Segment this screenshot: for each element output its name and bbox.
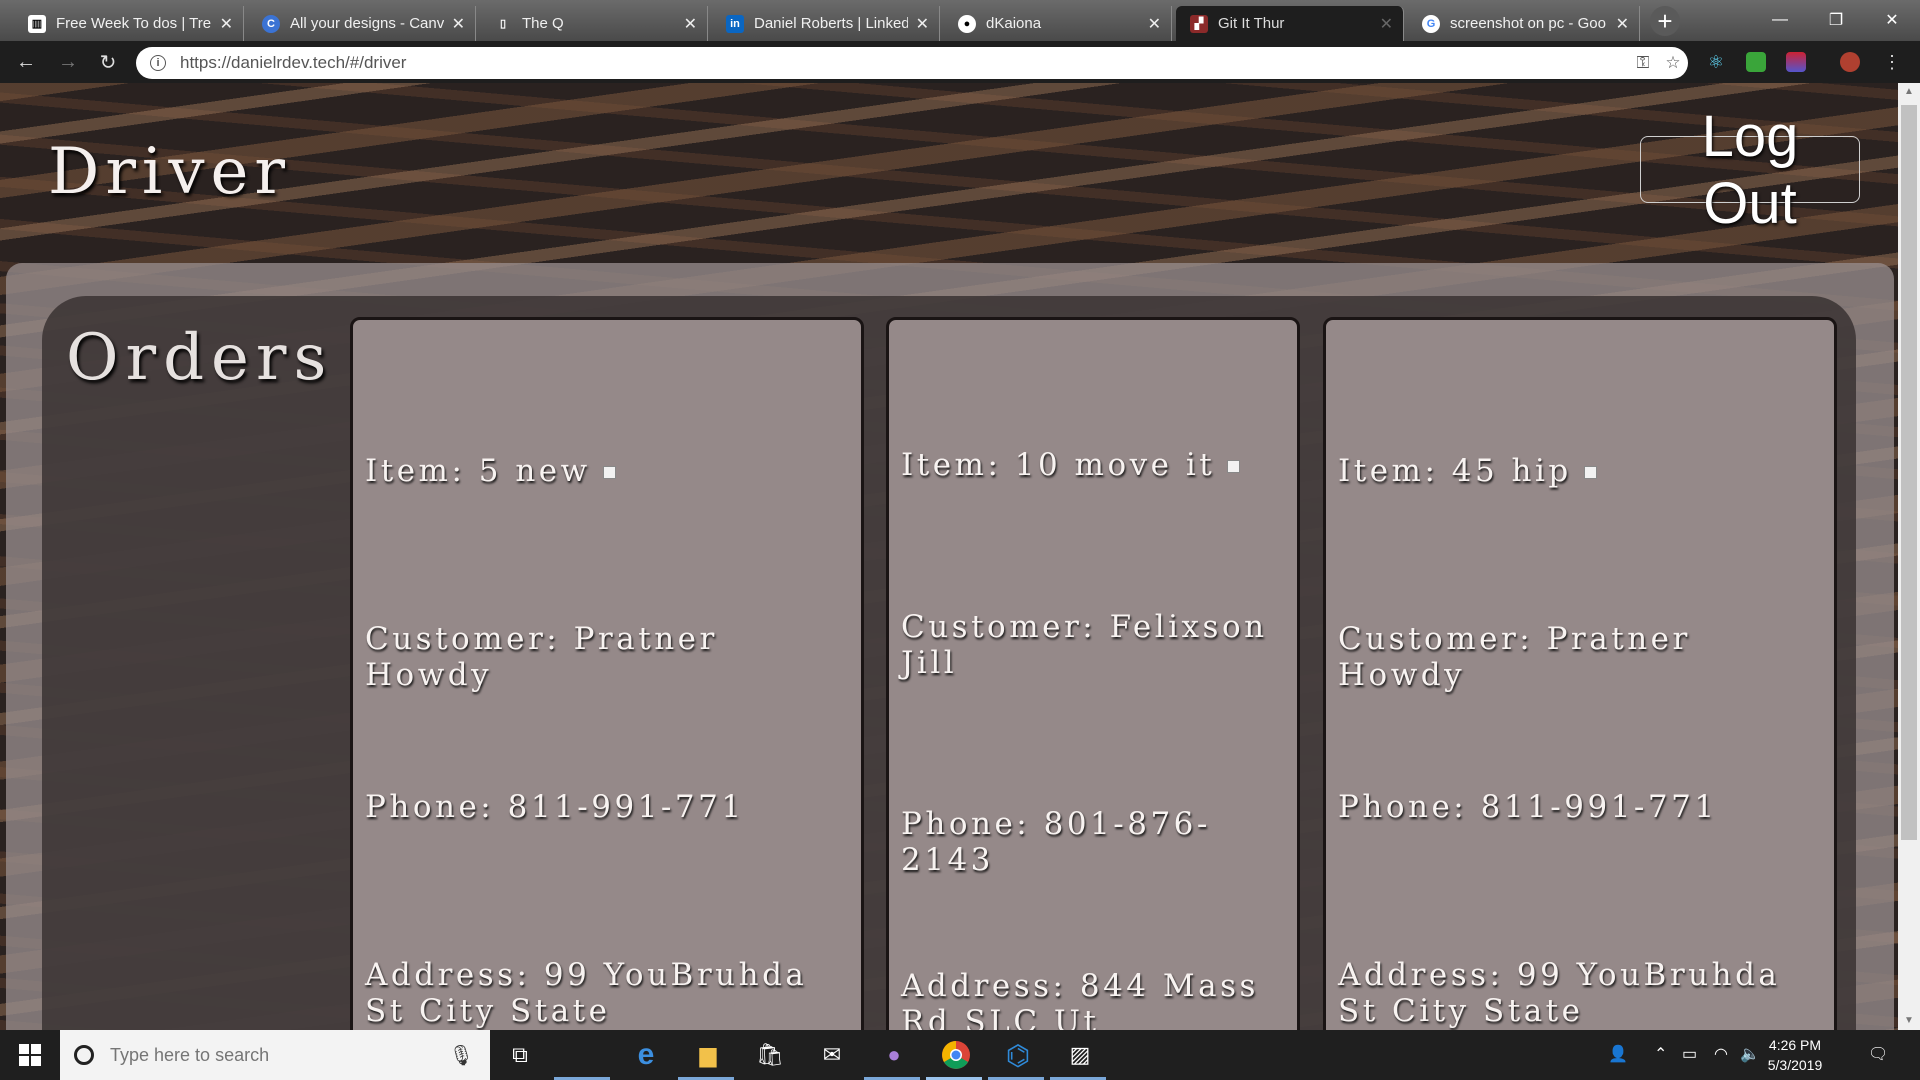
info-icon[interactable]: i [150, 55, 166, 71]
order-item: Item: 45 hip [1338, 453, 1597, 489]
order-address: Address: 99 YouBruhda St City State [1338, 957, 1781, 1029]
avatar[interactable] [1840, 52, 1860, 72]
orders-heading: Orders [66, 321, 334, 395]
reload-button[interactable]: ↻ [96, 50, 120, 74]
logout-button[interactable]: Log Out [1640, 104, 1860, 236]
tab-the-q[interactable]: ▯ The Q ✕ [480, 6, 708, 41]
page-title: Driver [48, 135, 291, 209]
menu-icon[interactable]: ⋮ [1882, 52, 1902, 72]
store-icon[interactable]: 🛍 [752, 1037, 788, 1073]
order-card: Item: 45 hip Customer: Pratner Howdy Pho… [1323, 317, 1837, 1030]
vscode-icon[interactable]: ⌬ [1000, 1037, 1036, 1073]
page-viewport: Driver Log Out Orders Item: 5 new Custom… [0, 83, 1898, 1030]
new-tab-button[interactable]: + [1650, 6, 1680, 36]
order-address: Address: 844 Mass Rd SLC Ut [901, 968, 1259, 1030]
trello-icon: ▥ [28, 14, 46, 33]
microphone-icon[interactable]: 🎙 [449, 1043, 474, 1068]
forward-button[interactable]: → [56, 50, 80, 74]
order-phone: Phone: 811-991-771 [1338, 789, 1718, 825]
wifi-icon[interactable]: ◠ [1714, 1044, 1728, 1064]
tab-git-it-thur[interactable]: ▞ Git It Thur ✕ [1176, 6, 1404, 41]
close-icon[interactable]: ✕ [1148, 14, 1161, 34]
photos-icon[interactable]: ▨ [1062, 1037, 1098, 1073]
close-icon[interactable]: ✕ [1616, 14, 1629, 34]
tab-title: screenshot on pc - Goo [1450, 15, 1606, 32]
site-icon: ▞ [1190, 14, 1208, 33]
address-bar[interactable]: i ⚿ ☆ [136, 47, 1688, 79]
scroll-up-icon[interactable]: ▲ [1898, 83, 1920, 101]
close-icon[interactable]: ✕ [220, 14, 233, 34]
volume-icon[interactable]: 🔈 [1740, 1044, 1760, 1064]
tab-title: dKaiona [986, 15, 1042, 32]
tab-linkedin[interactable]: in Daniel Roberts | Linked ✕ [712, 6, 940, 41]
notifications-icon[interactable]: 🗨 [1868, 1044, 1888, 1064]
chrome-logo [942, 1041, 970, 1069]
edge-icon[interactable]: e [628, 1037, 664, 1073]
react-devtools-icon[interactable]: ⚛ [1706, 52, 1726, 72]
minimize-button[interactable]: — [1752, 0, 1808, 40]
start-button[interactable] [0, 1030, 60, 1080]
browser-toolbar: ← → ↻ i ⚿ ☆ ⚛ ⋮ [0, 41, 1920, 83]
page-scrollbar[interactable]: ▲ ▼ [1898, 83, 1920, 1030]
cortana-icon [74, 1045, 94, 1065]
order-card: Item: 5 new Customer: Pratner Howdy Phon… [350, 317, 864, 1030]
github-desktop-icon[interactable]: ● [876, 1037, 912, 1073]
file-explorer-icon[interactable]: ▆ [690, 1037, 726, 1073]
close-window-button[interactable]: ✕ [1864, 0, 1920, 40]
taskbar: 🎙 ⧉ e ▆ 🛍 ✉ ● ⌬ ▨ 👤 ⌃ ▭ ◠ 🔈 4:26 PM 5/3/… [0, 1030, 1920, 1080]
task-view-icon[interactable]: ⧉ [502, 1037, 538, 1073]
clock-date: 5/3/2019 [1767, 1057, 1823, 1073]
item-checkbox[interactable] [602, 466, 616, 479]
tab-title: All your designs - Canv [290, 15, 444, 32]
tab-title: Git It Thur [1218, 15, 1285, 32]
order-card: Item: 10 move it Customer: Felixson Jill… [886, 317, 1300, 1030]
order-item: Item: 10 move it [901, 447, 1241, 483]
close-icon[interactable]: ✕ [452, 14, 465, 34]
close-icon[interactable]: ✕ [684, 14, 697, 34]
key-icon[interactable]: ⚿ [1628, 53, 1658, 73]
order-customer: Customer: Felixson Jill [901, 609, 1268, 681]
clock-time: 4:26 PM [1768, 1037, 1822, 1053]
url-field[interactable] [178, 52, 1628, 74]
scroll-down-icon[interactable]: ▼ [1898, 1012, 1920, 1030]
chrome-icon[interactable] [938, 1037, 974, 1073]
page-icon: ▯ [499, 18, 507, 30]
tab-title: Free Week To dos | Trel [56, 15, 212, 32]
tab-canva[interactable]: C All your designs - Canv ✕ [248, 6, 476, 41]
close-icon[interactable]: ✕ [1380, 14, 1393, 34]
people-icon[interactable]: 👤 [1608, 1044, 1628, 1064]
tab-google-search[interactable]: G screenshot on pc - Goo ✕ [1408, 6, 1640, 41]
google-icon: G [1422, 14, 1440, 33]
order-phone: Phone: 801-876-2143 [901, 806, 1211, 878]
windows-icon [19, 1044, 41, 1066]
order-customer: Customer: Pratner Howdy [365, 621, 718, 693]
close-icon[interactable]: ✕ [916, 14, 929, 34]
battery-icon[interactable]: ▭ [1682, 1044, 1697, 1064]
show-hidden-icon[interactable]: ⌃ [1654, 1044, 1667, 1064]
order-address: Address: 99 YouBruhda St City State [365, 957, 808, 1029]
tab-title: The Q [522, 15, 564, 32]
github-icon: ● [958, 14, 976, 33]
back-button[interactable]: ← [14, 50, 38, 74]
tab-github[interactable]: ● dKaiona ✕ [944, 6, 1172, 41]
order-item: Item: 5 new [365, 453, 616, 489]
item-checkbox[interactable] [1583, 466, 1597, 479]
extension-icon[interactable] [1786, 52, 1806, 72]
scrollbar-thumb[interactable] [1901, 105, 1917, 840]
item-checkbox[interactable] [1227, 460, 1241, 473]
cors-extension-icon[interactable] [1746, 52, 1766, 72]
mail-icon[interactable]: ✉ [814, 1037, 850, 1073]
taskbar-search[interactable]: 🎙 [60, 1030, 490, 1080]
linkedin-icon: in [726, 14, 744, 33]
tab-trello[interactable]: ▥ Free Week To dos | Trel ✕ [14, 6, 244, 41]
order-phone: Phone: 811-991-771 [365, 789, 745, 825]
canva-icon: C [262, 14, 280, 33]
clock[interactable]: 4:26 PM 5/3/2019 [1760, 1035, 1830, 1075]
tab-title: Daniel Roberts | Linked [754, 15, 908, 32]
browser-tab-strip: ▥ Free Week To dos | Trel ✕ C All your d… [0, 0, 1920, 41]
star-icon[interactable]: ☆ [1658, 53, 1688, 73]
restore-button[interactable]: ❐ [1808, 0, 1864, 40]
order-customer: Customer: Pratner Howdy [1338, 621, 1691, 693]
search-input[interactable] [108, 1043, 449, 1067]
